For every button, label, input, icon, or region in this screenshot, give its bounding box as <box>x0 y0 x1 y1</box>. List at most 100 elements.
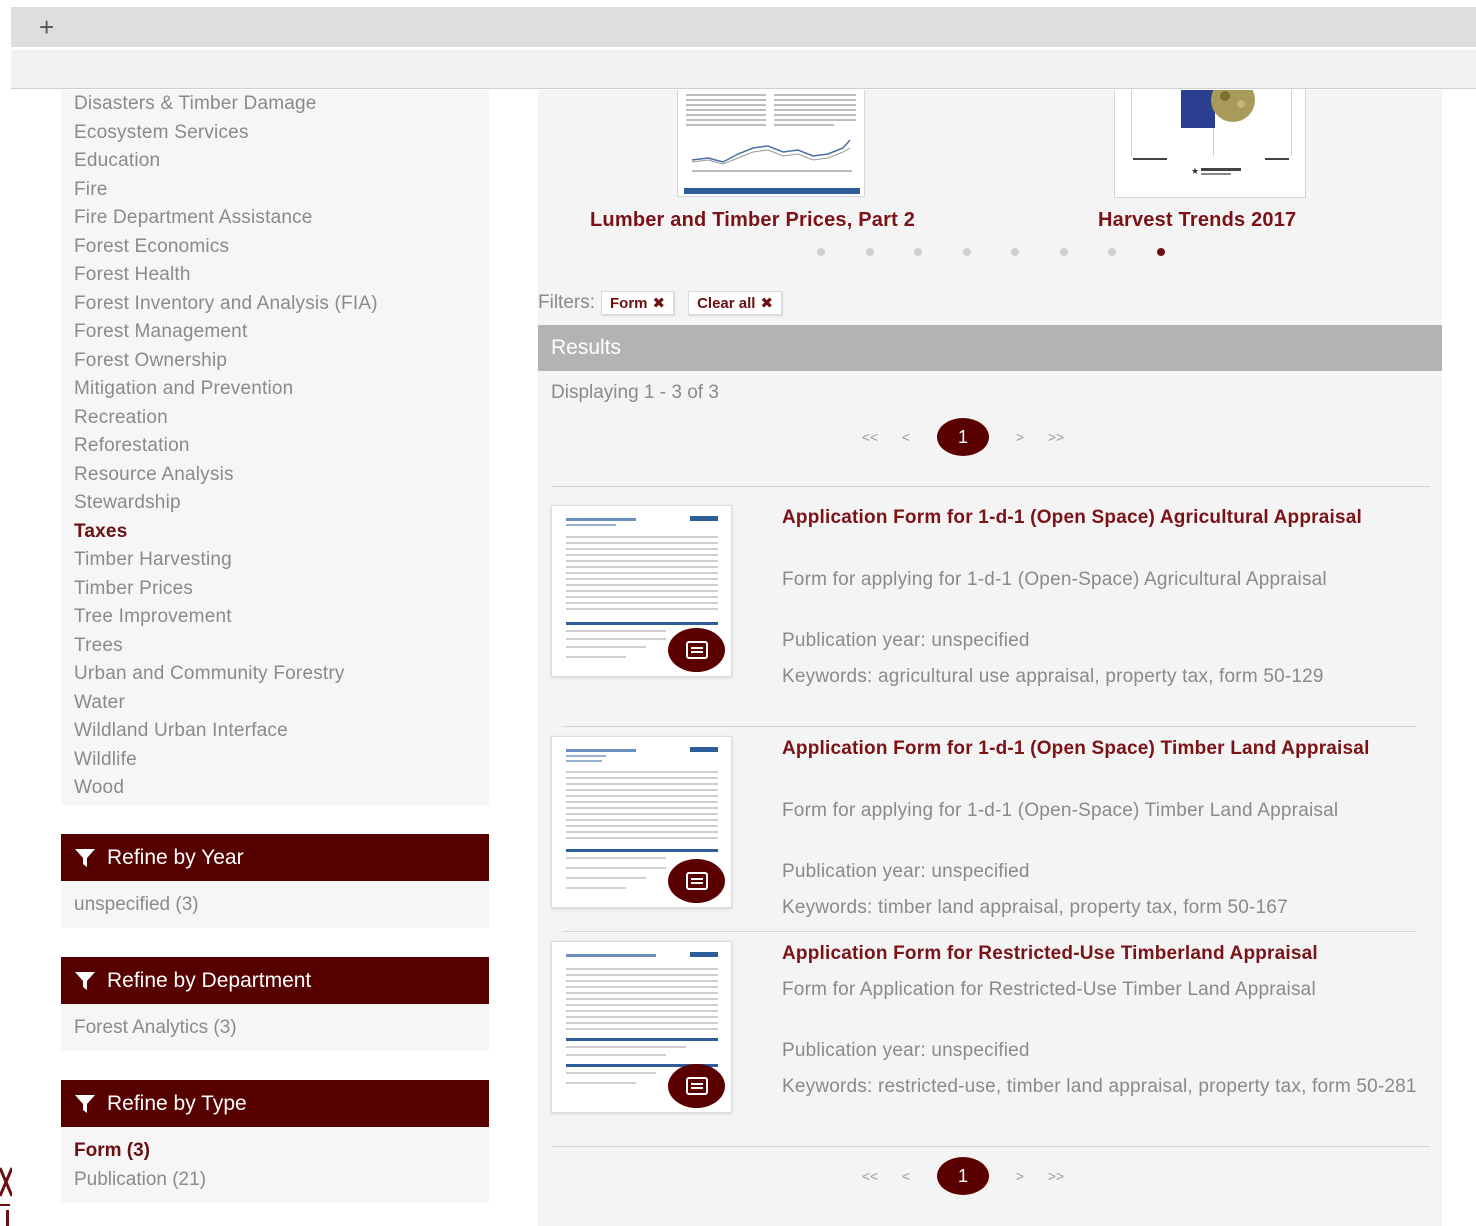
carousel-dots <box>817 248 1165 256</box>
current-page-button[interactable]: 1 <box>937 1157 989 1195</box>
browser-toolbar <box>11 50 1476 89</box>
active-filters: Filters: Form ✖ Clear all ✖ <box>538 290 796 316</box>
result-publication-year: Publication year: unspecified <box>782 1040 1030 1061</box>
funnel-icon <box>75 848 95 867</box>
divider <box>563 931 1416 932</box>
refine-by-year-options: unspecified (3) <box>61 881 489 928</box>
pagination-top: << < 1 > >> <box>845 417 1081 457</box>
carousel-dot[interactable] <box>1059 248 1068 256</box>
filter-chip-form[interactable]: Form ✖ <box>601 291 675 315</box>
topic-link[interactable]: Reforestation <box>74 432 489 461</box>
current-page-button[interactable]: 1 <box>937 418 989 456</box>
topic-filter-panel: Disasters & Timber Damage Ecosystem Servi… <box>61 90 489 805</box>
result-description: Form for applying for 1-d-1 (Open-Space)… <box>782 569 1327 590</box>
carousel-dot[interactable] <box>962 248 971 256</box>
previous-page-button[interactable]: < <box>895 1168 917 1184</box>
result-description: Form for Application for Restricted-Use … <box>782 979 1316 1000</box>
funnel-icon <box>75 1094 95 1113</box>
clear-all-filters-button[interactable]: Clear all ✖ <box>688 291 783 315</box>
topic-link[interactable]: Forest Health <box>74 261 489 290</box>
result-description: Form for applying for 1-d-1 (Open-Space)… <box>782 800 1339 821</box>
department-option-forest-analytics[interactable]: Forest Analytics (3) <box>74 1014 489 1043</box>
refine-by-year-header[interactable]: Refine by Year <box>61 834 489 881</box>
topic-link[interactable]: Tree Improvement <box>74 603 489 632</box>
type-option-publication[interactable]: Publication (21) <box>74 1166 489 1195</box>
topic-link[interactable]: Stewardship <box>74 489 489 518</box>
document-icon[interactable] <box>668 628 725 672</box>
carousel-dot[interactable] <box>865 248 874 256</box>
carousel-dot[interactable] <box>914 248 922 256</box>
refine-by-type-title: Refine by Type <box>107 1091 247 1115</box>
topic-link[interactable]: Water <box>74 689 489 718</box>
result-keywords: Keywords: agricultural use appraisal, pr… <box>782 666 1324 687</box>
last-page-button[interactable]: >> <box>1031 1168 1081 1184</box>
svg-text:★: ★ <box>1191 167 1199 177</box>
last-page-button[interactable]: >> <box>1031 429 1081 445</box>
result-title-link[interactable]: Application Form for 1-d-1 (Open Space) … <box>782 505 1422 531</box>
carousel-item-title[interactable]: Harvest Trends 2017 <box>1098 209 1296 232</box>
topic-link[interactable]: Forest Ownership <box>74 347 489 376</box>
filters-label: Filters: <box>538 292 595 313</box>
refine-by-type-options: Form (3) Publication (21) <box>61 1127 489 1203</box>
topic-link[interactable]: Mitigation and Prevention <box>74 375 489 404</box>
topic-link[interactable]: Resource Analysis <box>74 461 489 490</box>
topic-link[interactable]: Forest Inventory and Analysis (FIA) <box>74 290 489 319</box>
refine-by-department-options: Forest Analytics (3) <box>61 1004 489 1051</box>
divider <box>551 1146 1430 1147</box>
refine-by-year-title: Refine by Year <box>107 845 244 869</box>
new-tab-button[interactable]: + <box>39 14 54 40</box>
refine-by-department-title: Refine by Department <box>107 968 312 992</box>
topic-link[interactable]: Fire Department Assistance <box>74 204 489 233</box>
topic-link[interactable]: Wildland Urban Interface <box>74 717 489 746</box>
remove-filter-icon[interactable]: ✖ <box>653 294 666 312</box>
topic-link[interactable]: Recreation <box>74 404 489 433</box>
carousel-thumbnail-lumber-prices[interactable] <box>677 90 865 197</box>
pagination-bottom: << < 1 > >> <box>845 1156 1081 1196</box>
topic-link[interactable]: Timber Prices <box>74 575 489 604</box>
topic-list: Disasters & Timber Damage Ecosystem Servi… <box>61 90 489 803</box>
divider <box>563 726 1416 727</box>
divider <box>551 486 1430 487</box>
first-page-button[interactable]: << <box>845 1168 895 1184</box>
topic-link[interactable]: Trees <box>74 632 489 661</box>
topic-link[interactable]: Forest Management <box>74 318 489 347</box>
results-count: Displaying 1 - 3 of 3 <box>551 382 719 403</box>
topic-link[interactable]: Timber Harvesting <box>74 546 489 575</box>
document-icon[interactable] <box>668 1064 725 1108</box>
document-icon[interactable] <box>668 859 725 903</box>
type-option-form[interactable]: Form (3) <box>74 1137 489 1166</box>
carousel-dot[interactable] <box>1156 248 1165 256</box>
previous-page-button[interactable]: < <box>895 429 917 445</box>
first-page-button[interactable]: << <box>845 429 895 445</box>
result-title-link[interactable]: Application Form for Restricted-Use Timb… <box>782 941 1422 967</box>
result-title-link[interactable]: Application Form for 1-d-1 (Open Space) … <box>782 736 1422 762</box>
carousel-dot[interactable] <box>1011 248 1019 256</box>
topic-link[interactable]: Fire <box>74 176 489 205</box>
year-option-unspecified[interactable]: unspecified (3) <box>74 891 489 920</box>
topic-link[interactable]: Urban and Community Forestry <box>74 660 489 689</box>
next-page-button[interactable]: > <box>1009 429 1031 445</box>
clear-all-icon[interactable]: ✖ <box>760 294 773 312</box>
result-keywords: Keywords: restricted-use, timber land ap… <box>782 1076 1417 1097</box>
browser-tab-bar: + <box>11 7 1476 47</box>
topic-link[interactable]: Disasters & Timber Damage <box>74 90 489 119</box>
topic-link[interactable]: Wood <box>74 774 489 803</box>
result-publication-year: Publication year: unspecified <box>782 861 1030 882</box>
site-logo <box>0 1166 12 1226</box>
filter-chip-label: Form <box>610 294 648 312</box>
funnel-icon <box>75 971 95 990</box>
result-keywords: Keywords: timber land appraisal, propert… <box>782 897 1288 918</box>
next-page-button[interactable]: > <box>1009 1168 1031 1184</box>
refine-by-department-header[interactable]: Refine by Department <box>61 957 489 1004</box>
topic-link[interactable]: Ecosystem Services <box>74 119 489 148</box>
refine-by-type-header[interactable]: Refine by Type <box>61 1080 489 1127</box>
clear-all-label: Clear all <box>697 294 756 312</box>
topic-link[interactable]: Forest Economics <box>74 233 489 262</box>
carousel-dot[interactable] <box>1108 248 1116 256</box>
topic-link[interactable]: Taxes <box>74 518 489 547</box>
topic-link[interactable]: Education <box>74 147 489 176</box>
carousel-dot[interactable] <box>817 248 825 256</box>
carousel-item-title[interactable]: Lumber and Timber Prices, Part 2 <box>590 209 915 232</box>
carousel-thumbnail-harvest-trends[interactable]: ★ <box>1114 90 1306 198</box>
topic-link[interactable]: Wildlife <box>74 746 489 775</box>
